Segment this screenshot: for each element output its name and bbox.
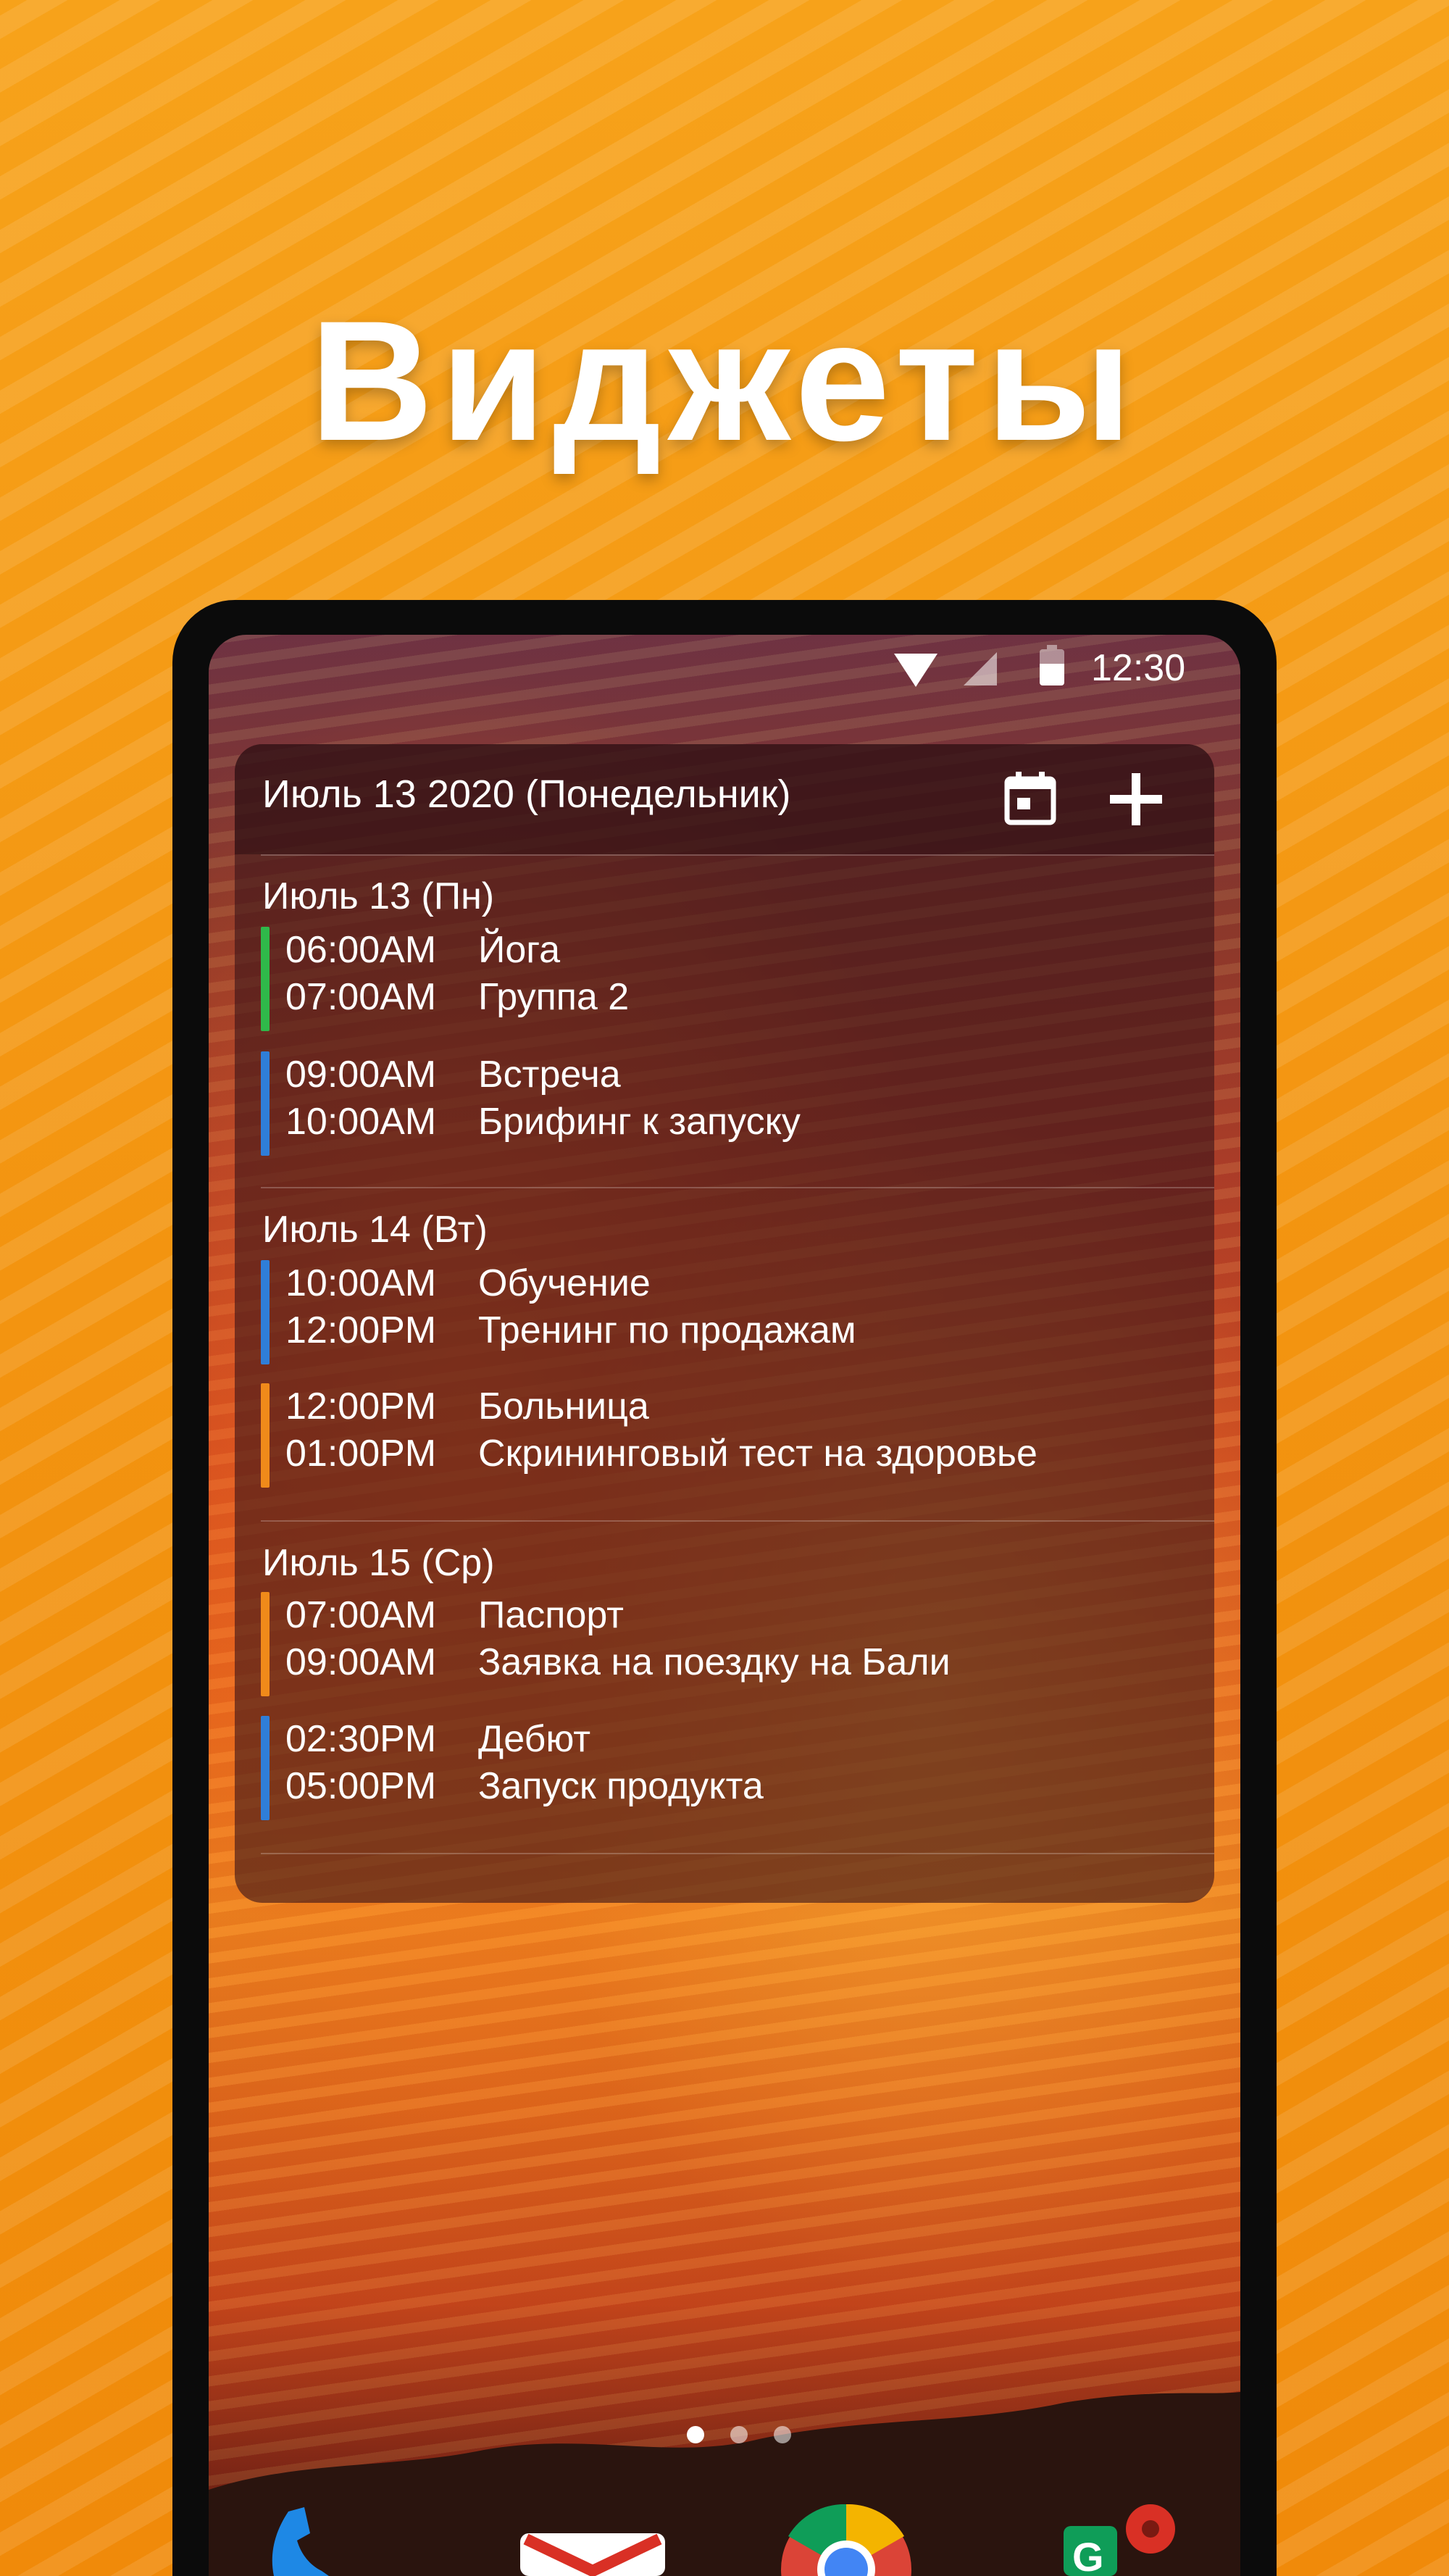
divider	[261, 1853, 1214, 1854]
status-time: 12:30	[1091, 647, 1186, 689]
event-color-bar	[261, 1260, 270, 1364]
calendar-widget[interactable]: Июль 13 2020 (Понедельник) Июль 13 (Пн) …	[235, 744, 1214, 1903]
widget-header: Июль 13 2020 (Понедельник)	[235, 744, 1214, 854]
event-item[interactable]: 02:30PM Дебют 05:00PM Запуск продукта	[261, 1716, 1203, 1820]
battery-icon	[1040, 645, 1064, 685]
event-item[interactable]: 12:00PM Больница 01:00PM Скрининговый те…	[261, 1383, 1203, 1488]
day-label: Июль 13 (Пн)	[262, 875, 495, 917]
svg-text:G: G	[1072, 2534, 1104, 2576]
page-dot[interactable]	[730, 2426, 748, 2443]
divider	[261, 854, 1214, 856]
event-end-time: 10:00AM	[285, 1101, 437, 1143]
status-bar: 12:30	[209, 635, 1240, 704]
calendar-icon	[1004, 772, 1056, 825]
event-item[interactable]: 09:00AM Встреча 10:00AM Брифинг к запуск…	[261, 1051, 1203, 1156]
event-start-time: 09:00AM	[285, 1054, 437, 1096]
divider	[261, 1187, 1214, 1188]
event-subtitle: Группа 2	[478, 976, 630, 1018]
headline: Виджеты	[309, 285, 1140, 477]
event-title: Йога	[478, 929, 561, 971]
event-end-time: 07:00AM	[285, 976, 437, 1018]
event-item[interactable]: 06:00AM Йога 07:00AM Группа 2	[261, 927, 1203, 1031]
page-dot-active[interactable]	[687, 2426, 704, 2443]
phone-screen: 12:30 Июль 13 2020 (Понедельник) Июль 13…	[209, 635, 1240, 2576]
plus-icon	[1110, 773, 1162, 825]
event-title: Больница	[478, 1385, 649, 1427]
event-item[interactable]: 10:00AM Обучение 12:00PM Тренинг по прод…	[261, 1260, 1203, 1364]
event-title: Обучение	[478, 1262, 651, 1304]
event-subtitle: Заявка на поездку на Бали	[478, 1641, 951, 1683]
add-event-button[interactable]	[1104, 767, 1168, 831]
phone-icon[interactable]	[259, 2504, 346, 2576]
day-label: Июль 15 (Ср)	[262, 1542, 495, 1584]
chrome-icon[interactable]	[781, 2504, 911, 2576]
event-color-bar	[261, 1051, 270, 1156]
event-subtitle: Скрининговый тест на здоровье	[478, 1433, 1037, 1475]
event-start-time: 12:00PM	[285, 1385, 437, 1427]
divider	[261, 1520, 1214, 1522]
phone-frame: 12:30 Июль 13 2020 (Понедельник) Июль 13…	[172, 600, 1277, 2576]
event-color-bar	[261, 1592, 270, 1696]
event-start-time: 10:00AM	[285, 1262, 437, 1304]
event-start-time: 06:00AM	[285, 929, 437, 971]
event-item[interactable]: 07:00AM Паспорт 09:00AM Заявка на поездк…	[261, 1592, 1203, 1696]
event-start-time: 02:30PM	[285, 1718, 437, 1760]
signal-icon	[964, 652, 997, 685]
event-end-time: 09:00AM	[285, 1641, 437, 1683]
widget-date-title[interactable]: Июль 13 2020 (Понедельник)	[262, 772, 790, 817]
event-title: Дебют	[478, 1718, 591, 1760]
event-title: Паспорт	[478, 1594, 624, 1636]
event-subtitle: Тренинг по продажам	[478, 1309, 856, 1351]
maps-icon[interactable]: G	[1064, 2504, 1179, 2576]
event-end-time: 05:00PM	[285, 1765, 437, 1807]
gmail-icon[interactable]	[520, 2533, 665, 2576]
event-end-time: 12:00PM	[285, 1309, 437, 1351]
event-color-bar	[261, 1716, 270, 1820]
event-color-bar	[261, 927, 270, 1031]
wifi-icon	[894, 654, 938, 687]
app-dock: G	[209, 2504, 1240, 2576]
page-indicator[interactable]	[687, 2426, 803, 2445]
event-start-time: 07:00AM	[285, 1594, 437, 1636]
day-label: Июль 14 (Вт)	[262, 1209, 488, 1251]
page-dot[interactable]	[774, 2426, 791, 2443]
event-end-time: 01:00PM	[285, 1433, 437, 1475]
event-subtitle: Брифинг к запуску	[478, 1101, 801, 1143]
event-color-bar	[261, 1383, 270, 1488]
calendar-button[interactable]	[998, 767, 1062, 831]
event-title: Встреча	[478, 1054, 621, 1096]
event-subtitle: Запуск продукта	[478, 1765, 764, 1807]
